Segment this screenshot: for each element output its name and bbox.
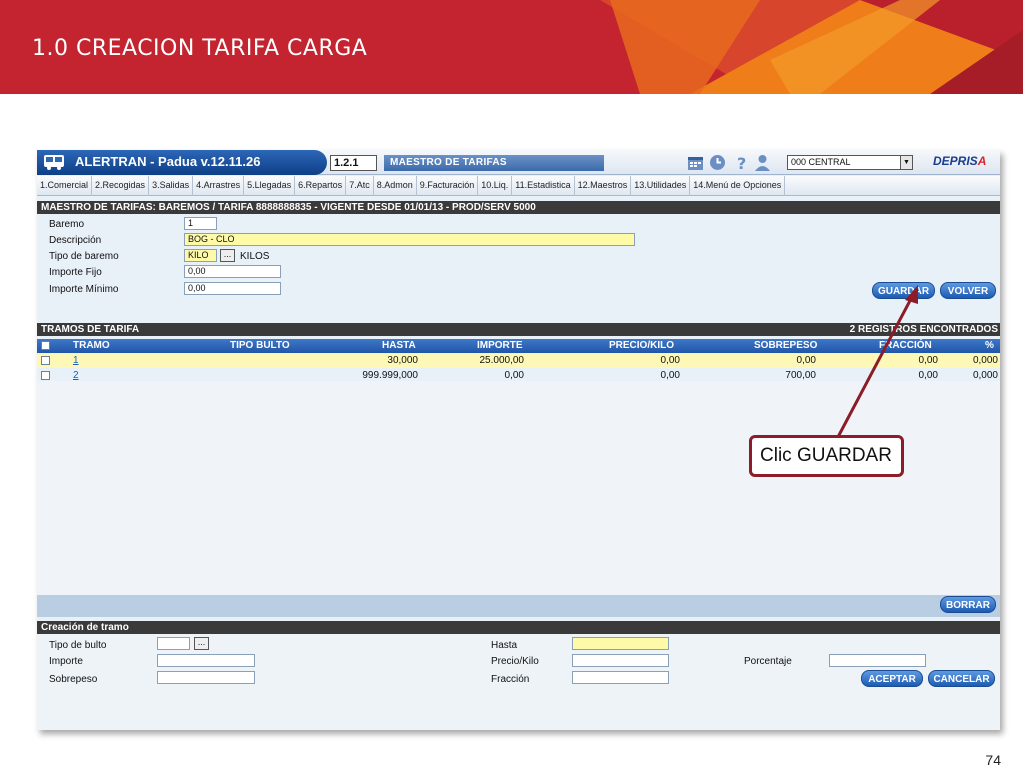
tipo-baremo-label: Tipo de baremo — [49, 251, 119, 262]
row-checkbox[interactable] — [41, 356, 50, 365]
clock-icon[interactable] — [709, 154, 726, 171]
precio-kilo-label: Precio/Kilo — [491, 656, 539, 667]
menu-item-comercial[interactable]: 1.Comercial — [37, 176, 93, 196]
menu-item-admon[interactable]: 8.Admon — [374, 176, 417, 196]
tipo-baremo-lookup-button[interactable]: ... — [220, 249, 235, 262]
importe-label: Importe — [49, 656, 83, 667]
col-header-porcentaje[interactable]: % — [985, 339, 994, 353]
tipo-bulto-lookup-button[interactable]: ... — [194, 637, 209, 650]
tramo-link[interactable]: 1 — [73, 354, 79, 368]
borrar-button[interactable]: BORRAR — [940, 596, 996, 613]
menu-item-atc[interactable]: 7.Atc — [346, 176, 374, 196]
menu-item-llegadas[interactable]: 5.Llegadas — [244, 176, 296, 196]
cell-hasta: 30,000 — [387, 355, 418, 366]
row-checkbox[interactable] — [41, 371, 50, 380]
volver-button[interactable]: VOLVER — [940, 282, 996, 299]
brand-logo: DEPRISA — [933, 154, 986, 168]
fraccion-label: Fracción — [491, 674, 530, 685]
app-logo-block: ALERTRAN - Padua v.12.11.26 — [37, 150, 327, 175]
section-header-tramos: TRAMOS DE TARIFA 2 REGISTROS ENCONTRADOS — [37, 323, 1000, 336]
importe-field[interactable] — [157, 654, 255, 667]
section-title-baremos: MAESTRO DE TARIFAS: BAREMOS / TARIFA 888… — [41, 202, 536, 213]
tramos-empty-area — [37, 381, 1000, 595]
svg-text:?: ? — [737, 154, 746, 171]
col-header-fraccion[interactable]: FRACCIÓN — [879, 339, 932, 353]
fraccion-field[interactable] — [572, 671, 669, 684]
page-number: 74 — [985, 752, 1001, 768]
importe-fijo-label: Importe Fijo — [49, 267, 102, 278]
menu-item-utilidades[interactable]: 13.Utilidades — [631, 176, 691, 196]
tipo-baremo-field[interactable]: KILO — [184, 249, 217, 262]
hasta-field[interactable] — [572, 637, 669, 650]
help-icon[interactable]: ? — [733, 154, 750, 171]
descripcion-label: Descripción — [49, 235, 102, 246]
porcentaje-label: Porcentaje — [744, 656, 792, 667]
screen-code-field[interactable]: 1.2.1 — [330, 155, 377, 171]
hasta-label: Hasta — [491, 640, 518, 651]
precio-kilo-field[interactable] — [572, 654, 669, 667]
cell-sobrepeso: 0,00 — [796, 355, 816, 366]
tipo-bulto-label: Tipo de bulto — [49, 640, 107, 651]
brand-logo-accent: A — [977, 154, 987, 168]
cell-importe: 25.000,00 — [479, 355, 525, 366]
guardar-button[interactable]: GUARDAR — [872, 282, 935, 299]
col-header-hasta[interactable]: HASTA — [382, 339, 416, 353]
app-titlebar: ALERTRAN - Padua v.12.11.26 1.2.1 MAESTR… — [37, 150, 1000, 175]
slide-header: 1.0 CREACION TARIFA CARGA — [0, 0, 1023, 94]
branch-select-value: 000 CENTRAL — [791, 157, 851, 167]
section-header-creacion: Creación de tramo — [37, 621, 1000, 634]
cell-precio-kilo: 0,00 — [660, 355, 680, 366]
menu-item-maestros[interactable]: 12.Maestros — [575, 176, 632, 196]
col-header-tramo[interactable]: TRAMO — [73, 339, 110, 353]
calendar-icon[interactable] — [687, 154, 704, 171]
menu-item-estadistica[interactable]: 11.Estadistica — [512, 176, 575, 196]
menu-item-facturacion[interactable]: 9.Facturación — [417, 176, 479, 196]
records-count: 2 REGISTROS ENCONTRADOS — [849, 324, 998, 335]
cell-porcentaje: 0,000 — [972, 355, 998, 366]
cell-fraccion: 0,00 — [918, 355, 938, 366]
importe-fijo-field[interactable]: 0,00 — [184, 265, 281, 278]
menu-item-arrastres[interactable]: 4.Arrastres — [193, 176, 245, 196]
user-icon[interactable] — [754, 154, 771, 171]
sobrepeso-field[interactable] — [157, 671, 255, 684]
slide-title: 1.0 CREACION TARIFA CARGA — [32, 36, 368, 61]
col-header-tipo-bulto[interactable]: TIPO BULTO — [230, 339, 290, 353]
section-title-creacion: Creación de tramo — [41, 622, 129, 633]
tramos-footer-band — [37, 595, 1000, 617]
callout-box: Clic GUARDAR — [749, 435, 904, 477]
aceptar-button[interactable]: ACEPTAR — [861, 670, 923, 687]
descripcion-field[interactable]: BOG - CLO — [184, 233, 635, 246]
menu-item-recogidas[interactable]: 2.Recogidas — [92, 176, 150, 196]
tipo-bulto-field[interactable] — [157, 637, 190, 650]
importe-minimo-field[interactable]: 0,00 — [184, 282, 281, 295]
col-header-importe[interactable]: IMPORTE — [477, 339, 523, 353]
cancelar-button[interactable]: CANCELAR — [928, 670, 995, 687]
porcentaje-field[interactable] — [829, 654, 926, 667]
menu-item-menu-opciones[interactable]: 14.Menú de Opciones — [690, 176, 786, 196]
baremo-label: Baremo — [49, 219, 85, 230]
branch-select[interactable]: 000 CENTRAL ▼ — [787, 155, 913, 170]
col-header-sobrepeso[interactable]: SOBREPESO — [754, 339, 817, 353]
main-menu: 1.Comercial 2.Recogidas 3.Salidas 4.Arrastr… — [37, 176, 1000, 196]
select-all-checkbox[interactable] — [41, 341, 50, 350]
brand-logo-main: DEPRIS — [933, 154, 978, 168]
table-row[interactable]: 1 30,000 25.000,00 0,00 0,00 0,00 0,000 — [37, 354, 1000, 368]
chevron-down-icon[interactable]: ▼ — [900, 156, 912, 169]
app-name: ALERTRAN - Padua v.12.11.26 — [75, 154, 261, 169]
screen-title: MAESTRO DE TARIFAS — [384, 155, 604, 171]
tramos-table-header: TRAMO TIPO BULTO HASTA IMPORTE PRECIO/KI… — [37, 339, 1000, 353]
importe-minimo-label: Importe Mínimo — [49, 284, 119, 295]
section-header-baremos: MAESTRO DE TARIFAS: BAREMOS / TARIFA 888… — [37, 201, 1000, 214]
menu-item-repartos[interactable]: 6.Repartos — [295, 176, 347, 196]
bus-icon — [44, 155, 64, 170]
col-header-precio-kilo[interactable]: PRECIO/KILO — [609, 339, 674, 353]
sobrepeso-label: Sobrepeso — [49, 674, 98, 685]
baremo-field[interactable]: 1 — [184, 217, 217, 230]
section-title-tramos: TRAMOS DE TARIFA — [41, 324, 140, 335]
menu-item-liq[interactable]: 10.Liq. — [478, 176, 513, 196]
menu-item-salidas[interactable]: 3.Salidas — [149, 176, 194, 196]
tipo-baremo-description: KILOS — [240, 251, 270, 262]
